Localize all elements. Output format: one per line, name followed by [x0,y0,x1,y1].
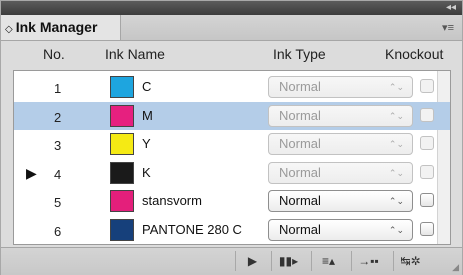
ink-number: 1 [54,81,62,96]
column-no: No. [43,46,65,62]
ink-type-value: Normal [279,193,321,208]
select-arrows-icon: ⌃⌄ [388,110,404,121]
select-arrows-icon: ⌃⌄ [388,82,404,92]
ink-row[interactable]: ▶ 4 K Normal ⌃⌄ [14,159,450,187]
target-ink-icon: ▶ [26,164,37,181]
target-ink-button[interactable]: ▶ [235,251,269,271]
ink-type-value: Normal [279,221,321,237]
ink-type-value: Normal [279,164,321,180]
ink-type-select[interactable]: Normal ⌃⌄ [268,161,413,184]
ink-number: 6 [54,223,62,239]
ink-swatch [110,161,134,184]
ink-number: 4 [54,166,62,182]
convert-spot-button[interactable]: ↹✲ [393,251,427,271]
ink-swatch [110,104,134,127]
ink-name: stansvorm [142,193,202,208]
ink-name: K [142,164,151,180]
select-arrows-icon: ⌃⌄ [388,224,404,235]
select-arrows-icon: ⌃⌄ [388,196,404,206]
ink-type-select[interactable]: Normal ⌃⌄ [268,76,413,98]
knockout-checkbox[interactable] [420,79,434,93]
resize-grip-icon[interactable]: ◢ [452,262,459,273]
knockout-checkbox[interactable] [420,193,434,207]
panel-bottom-toolbar: ▶ ▮▮▸ ≡▴ →▪▪ ↹✲ ◢ [1,247,462,275]
column-header: No. Ink Name Ink Type Knockout [1,41,462,65]
ink-manager-panel: ◂◂ ◇ Ink Manager ▾≡ No. Ink Name Ink Type… [0,0,463,275]
knockout-checkbox[interactable] [420,221,434,236]
ink-number: 3 [54,138,62,153]
ink-row[interactable]: 1 C Normal ⌃⌄ [14,73,450,101]
tab-ink-manager[interactable]: ◇ Ink Manager [1,15,121,40]
ink-row[interactable]: 3 Y Normal ⌃⌄ [14,130,450,158]
knockout-checkbox[interactable] [420,136,434,150]
ink-name: C [142,79,152,94]
ink-name: M [142,107,153,123]
ink-name: Y [142,136,151,151]
ink-row[interactable]: 5 stansvorm Normal ⌃⌄ [14,187,450,215]
select-arrows-icon: ⌃⌄ [388,167,404,178]
ink-swatch [110,76,134,98]
ink-row[interactable]: 6 PANTONE 280 C Normal ⌃⌄ [14,216,450,244]
ink-list[interactable]: 1 C Normal ⌃⌄ 2 M Normal ⌃⌄ 3 Y Normal ⌃⌄ ▶ 4 K Normal ⌃… [13,70,451,245]
ink-type-select[interactable]: Normal ⌃⌄ [268,190,413,212]
tab-expand-icon[interactable]: ◇ [5,24,13,35]
knockout-checkbox[interactable] [420,107,434,122]
tab-title: Ink Manager [15,19,98,35]
ink-type-value: Normal [279,136,321,151]
ink-number: 2 [54,109,62,125]
ink-number: 5 [54,195,62,210]
collapse-panel-icon[interactable]: ◂◂ [446,2,456,14]
ink-type-value: Normal [279,107,321,123]
panel-tab-bar: ◇ Ink Manager ▾≡ [1,15,462,41]
ink-type-value: Normal [279,79,321,94]
ink-type-select[interactable]: Normal ⌃⌄ [268,104,413,127]
ink-row[interactable]: 2 M Normal ⌃⌄ [14,101,450,130]
merge-inks-button[interactable]: →▪▪ [351,251,385,271]
ink-swatch [110,133,134,155]
ink-swatch [110,190,134,212]
ink-name: PANTONE 280 C [142,221,242,237]
overprint-preview-button[interactable]: ▮▮▸ [271,251,305,271]
ink-type-select[interactable]: Normal ⌃⌄ [268,133,413,155]
panel-menu-icon[interactable]: ▾≡ [442,21,454,34]
ink-settings-button[interactable]: ≡▴ [311,251,345,271]
panel-title-bar[interactable]: ◂◂ [1,1,462,15]
knockout-checkbox[interactable] [420,164,434,179]
column-knockout: Knockout [385,46,444,62]
ink-swatch [110,218,134,241]
select-arrows-icon: ⌃⌄ [388,139,404,149]
column-ink-type: Ink Type [273,46,326,62]
ink-type-select[interactable]: Normal ⌃⌄ [268,218,413,241]
column-ink-name: Ink Name [105,46,165,62]
